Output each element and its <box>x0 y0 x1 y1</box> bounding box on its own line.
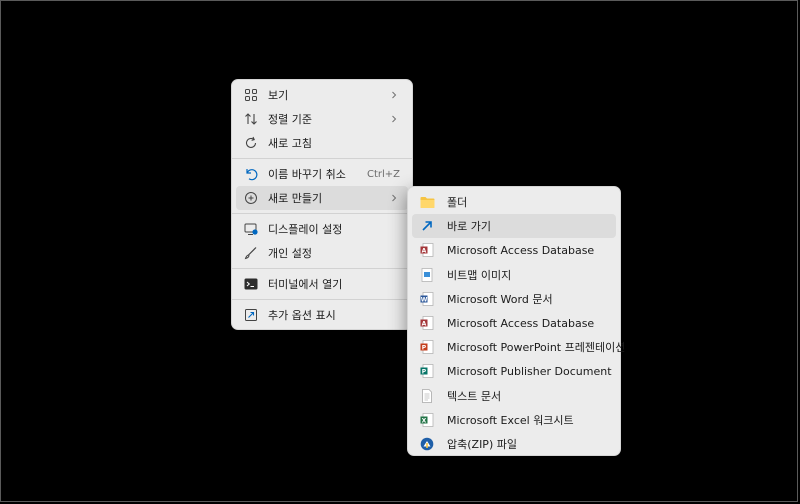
view-icon <box>243 87 259 103</box>
menu-item-refresh[interactable]: 새로 고침 <box>236 131 408 155</box>
menu-item-label: 보기 <box>268 89 289 102</box>
shortcut-label: Ctrl+Z <box>366 168 400 180</box>
submenu-item-publisher[interactable]: P Microsoft Publisher Document <box>412 359 616 383</box>
display-icon <box>243 221 259 237</box>
menu-separator <box>232 299 412 300</box>
text-document-icon <box>419 388 435 404</box>
bitmap-icon <box>419 267 435 283</box>
menu-separator <box>232 268 412 269</box>
submenu-item-label: Microsoft Excel 워크시트 <box>447 413 574 427</box>
access-icon: A <box>419 242 435 258</box>
submenu-item-word-document[interactable]: W Microsoft Word 문서 <box>412 287 616 311</box>
desktop-context-menu: 보기 정렬 기준 새로 고침 이름 바꾸기 취소 Ctrl+Z 새로 만들기 디… <box>231 79 413 330</box>
submenu-item-bitmap-image[interactable]: 비트맵 이미지 <box>412 263 616 287</box>
submenu-item-access-database-2[interactable]: A Microsoft Access Database <box>412 311 616 335</box>
word-icon: W <box>419 291 435 307</box>
submenu-item-text-document[interactable]: 텍스트 문서 <box>412 384 616 408</box>
menu-item-display-settings[interactable]: 디스플레이 설정 <box>236 217 408 241</box>
new-submenu: 폴더 바로 가기 A Microsoft Access Database 비트맵… <box>407 186 625 456</box>
submenu-item-label: 압축(ZIP) 파일 <box>447 437 517 451</box>
submenu-item-excel-worksheet[interactable]: X Microsoft Excel 워크시트 <box>412 408 616 432</box>
svg-text:X: X <box>422 417 427 424</box>
folder-icon <box>419 194 435 210</box>
submenu-item-folder[interactable]: 폴더 <box>412 190 616 214</box>
submenu-item-label: Microsoft Access Database <box>447 316 595 330</box>
submenu-item-access-database[interactable]: A Microsoft Access Database <box>412 238 616 262</box>
menu-item-view[interactable]: 보기 <box>236 83 408 107</box>
chevron-right-icon <box>390 115 398 123</box>
svg-text:A: A <box>422 320 427 327</box>
brush-icon <box>243 245 259 261</box>
undo-icon <box>243 166 259 182</box>
menu-item-undo-rename[interactable]: 이름 바꾸기 취소 Ctrl+Z <box>236 162 408 186</box>
excel-icon: X <box>419 412 435 428</box>
menu-item-label: 새로 만들기 <box>268 192 323 205</box>
menu-item-label: 새로 고침 <box>268 137 312 150</box>
submenu-item-zip-file[interactable]: 압축(ZIP) 파일 <box>412 432 616 456</box>
menu-separator <box>232 158 412 159</box>
menu-separator <box>232 213 412 214</box>
publisher-icon: P <box>419 363 435 379</box>
shortcut-icon <box>419 218 435 234</box>
menu-item-label: 이름 바꾸기 취소 <box>268 168 346 181</box>
menu-item-label: 터미널에서 열기 <box>268 278 343 291</box>
menu-item-show-more-options[interactable]: 추가 옵션 표시 <box>236 303 408 327</box>
chevron-right-icon <box>390 91 398 99</box>
menu-item-open-in-terminal[interactable]: 터미널에서 열기 <box>236 272 408 296</box>
submenu-item-powerpoint[interactable]: P Microsoft PowerPoint 프레젠테이션 <box>412 335 625 359</box>
terminal-icon <box>243 276 259 292</box>
menu-item-personalize[interactable]: 개인 설정 <box>236 241 408 265</box>
submenu-item-label: 비트맵 이미지 <box>447 268 512 282</box>
refresh-icon <box>243 135 259 151</box>
svg-text:P: P <box>422 345 427 352</box>
zip-icon <box>419 436 435 452</box>
menu-item-label: 정렬 기준 <box>268 113 312 126</box>
sort-icon <box>243 111 259 127</box>
submenu-item-label: Microsoft PowerPoint 프레젠테이션 <box>447 341 626 355</box>
chevron-right-icon <box>390 194 398 202</box>
new-icon <box>243 190 259 206</box>
powerpoint-icon: P <box>419 339 435 355</box>
submenu-item-label: Microsoft Access Database <box>447 243 595 257</box>
submenu-item-label: Microsoft Word 문서 <box>447 292 553 306</box>
access-icon: A <box>419 315 435 331</box>
submenu-item-label: 바로 가기 <box>447 220 491 234</box>
submenu-item-label: 폴더 <box>447 196 468 210</box>
svg-text:P: P <box>422 369 427 376</box>
submenu-item-label: Microsoft Publisher Document <box>447 364 612 378</box>
menu-item-label: 추가 옵션 표시 <box>268 309 336 322</box>
menu-item-sort-by[interactable]: 정렬 기준 <box>236 107 408 131</box>
menu-item-label: 개인 설정 <box>268 247 312 260</box>
more-options-icon <box>243 307 259 323</box>
submenu-item-label: 텍스트 문서 <box>447 389 502 403</box>
menu-item-label: 디스플레이 설정 <box>268 223 343 236</box>
svg-text:W: W <box>421 296 428 303</box>
menu-item-new[interactable]: 새로 만들기 <box>236 186 408 210</box>
svg-text:A: A <box>422 248 427 255</box>
submenu-item-shortcut[interactable]: 바로 가기 <box>412 214 616 239</box>
